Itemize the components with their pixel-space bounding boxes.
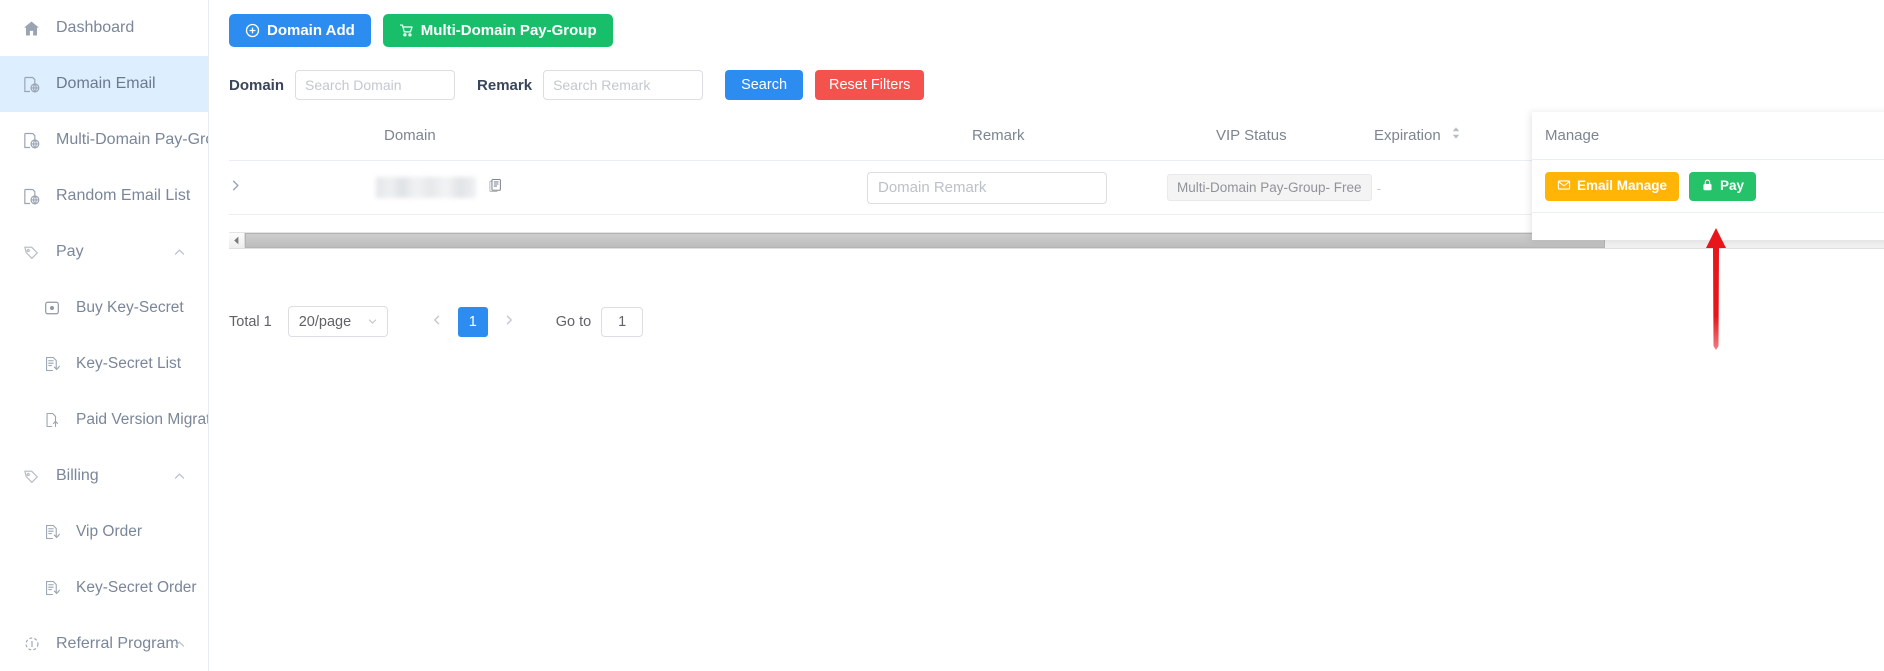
manage-fixed-column: Manage Email Manage Pay xyxy=(1532,112,1884,240)
sidebar-item-label: Buy Key-Secret xyxy=(76,299,184,317)
list-doc-icon xyxy=(42,355,61,374)
row-expand-toggle[interactable] xyxy=(229,161,242,214)
plus-circle-icon xyxy=(245,23,260,38)
cell-manage: Email Manage Pay xyxy=(1532,160,1884,213)
column-header-domain[interactable]: Domain xyxy=(384,112,436,160)
cell-remark xyxy=(867,161,1107,214)
sidebar-item-label: Random Email List xyxy=(56,187,191,204)
sidebar-item-label: Pay xyxy=(56,243,84,260)
domain-add-label: Domain Add xyxy=(267,22,355,39)
pagination: Total 1 20/page 1 Go to xyxy=(229,306,644,337)
chevron-left-icon xyxy=(431,314,443,330)
pay-tag-icon xyxy=(22,243,41,262)
vip-status-suffix: - xyxy=(1376,179,1382,196)
chevron-right-icon[interactable] xyxy=(229,179,242,197)
sidebar-item-random-email-list[interactable]: Random Email List xyxy=(0,168,208,224)
domain-add-button[interactable]: Domain Add xyxy=(229,14,371,47)
sidebar-item-key-secret-order[interactable]: Key-Secret Order xyxy=(0,560,208,616)
scroll-left-button[interactable] xyxy=(229,233,245,248)
domain-filter-label: Domain xyxy=(229,76,285,94)
home-icon xyxy=(22,19,41,38)
cell-vip-status: Multi-Domain Pay-Group- Free - xyxy=(1167,161,1381,214)
domain-globe-icon xyxy=(22,75,41,94)
domain-globe-icon xyxy=(22,187,41,206)
copy-icon[interactable] xyxy=(488,178,503,198)
page-size-select[interactable]: 20/page xyxy=(287,306,388,337)
email-manage-label: Email Manage xyxy=(1577,178,1668,194)
search-button[interactable]: Search xyxy=(725,70,804,100)
pay-label: Pay xyxy=(1720,178,1745,194)
remark-filter-label: Remark xyxy=(477,76,533,94)
email-manage-button[interactable]: Email Manage xyxy=(1545,171,1680,201)
chevron-left-icon xyxy=(233,232,240,250)
goto-page-label: Go to xyxy=(555,313,592,330)
sidebar-item-pay[interactable]: Pay xyxy=(0,224,208,280)
sidebar-item-label: Dashboard xyxy=(56,19,135,36)
vip-status-badge: Multi-Domain Pay-Group- Free xyxy=(1167,174,1372,201)
sidebar-item-label: Key-Secret Order xyxy=(76,579,197,597)
sidebar-item-label: Vip Order xyxy=(76,523,143,541)
chevron-down-icon xyxy=(367,316,378,327)
action-toolbar: Domain Add Multi-Domain Pay-Group xyxy=(229,14,613,47)
cart-icon xyxy=(399,23,414,38)
cell-domain xyxy=(376,161,503,214)
domain-remark-input[interactable] xyxy=(867,171,1107,204)
chevron-up-icon[interactable] xyxy=(173,246,186,259)
filter-bar: Domain Remark Search Reset Filters xyxy=(210,62,1884,108)
chevron-up-icon[interactable] xyxy=(173,638,186,651)
lock-icon xyxy=(1701,178,1714,195)
pagination-page-1-button[interactable]: 1 xyxy=(457,306,488,337)
sidebar-item-buy-key-secret[interactable]: Buy Key-Secret xyxy=(0,280,208,336)
pagination-prev-button[interactable] xyxy=(422,307,452,337)
sidebar-item-domain-email[interactable]: Domain Email xyxy=(0,56,208,112)
domain-name-redacted xyxy=(376,177,476,198)
list-doc-icon xyxy=(42,523,61,542)
column-header-vip-status[interactable]: VIP Status xyxy=(1216,112,1287,160)
sidebar-item-label: Domain Email xyxy=(56,75,156,92)
column-header-remark[interactable]: Remark xyxy=(972,112,1025,160)
sidebar-item-multi-domain-pay-group[interactable]: Multi-Domain Pay-Group xyxy=(0,112,208,168)
share-icon xyxy=(22,635,41,654)
pay-tag-icon xyxy=(22,467,41,486)
pagination-next-button[interactable] xyxy=(494,307,524,337)
column-header-expiration-label: Expiration xyxy=(1374,127,1441,144)
sidebar-item-referral-program[interactable]: Referral Program xyxy=(0,616,208,671)
envelope-icon xyxy=(1557,178,1571,195)
column-header-expiration[interactable]: Expiration xyxy=(1374,112,1461,160)
main-content: Domain Add Multi-Domain Pay-Group Domain… xyxy=(210,0,1884,671)
sidebar-item-label: Referral Program xyxy=(56,635,179,652)
sidebar-item-key-secret-list[interactable]: Key-Secret List xyxy=(0,336,208,392)
pay-button[interactable]: Pay xyxy=(1689,171,1757,201)
sort-updown-icon[interactable] xyxy=(1451,112,1461,160)
total-count-label: Total 1 xyxy=(229,313,272,330)
remark-search-input[interactable] xyxy=(543,70,704,100)
sidebar-item-vip-order[interactable]: Vip Order xyxy=(0,504,208,560)
domain-search-input[interactable] xyxy=(295,70,456,100)
chevron-right-icon xyxy=(503,314,515,330)
column-header-manage[interactable]: Manage xyxy=(1532,112,1884,160)
wallet-icon xyxy=(42,299,61,318)
sidebar: Dashboard Domain Email Multi-Domain Pay-Gr… xyxy=(0,0,209,671)
page-size-value: 20/page xyxy=(298,313,352,330)
sidebar-item-dashboard[interactable]: Dashboard xyxy=(0,0,208,56)
multi-domain-pay-group-label: Multi-Domain Pay-Group xyxy=(420,22,597,39)
scrollbar-thumb[interactable] xyxy=(245,233,1605,248)
sidebar-item-paid-version-migration[interactable]: Paid Version Migration xyxy=(0,392,208,448)
sidebar-item-label: Multi-Domain Pay-Group xyxy=(56,131,208,148)
chevron-up-icon[interactable] xyxy=(173,470,186,483)
sidebar-item-label: Billing xyxy=(56,467,99,484)
list-doc-icon xyxy=(42,579,61,598)
goto-page-input[interactable] xyxy=(601,306,644,337)
domain-globe-icon xyxy=(22,131,41,150)
domain-table: Domain Remark VIP Status Expiration DNS xyxy=(229,112,1884,240)
sidebar-item-label: Paid Version Migration xyxy=(76,411,208,429)
upload-doc-icon xyxy=(42,411,61,430)
reset-filters-button[interactable]: Reset Filters xyxy=(815,70,925,100)
multi-domain-pay-group-button[interactable]: Multi-Domain Pay-Group xyxy=(382,14,613,47)
sidebar-item-label: Key-Secret List xyxy=(76,355,182,373)
sidebar-item-billing[interactable]: Billing xyxy=(0,448,208,504)
